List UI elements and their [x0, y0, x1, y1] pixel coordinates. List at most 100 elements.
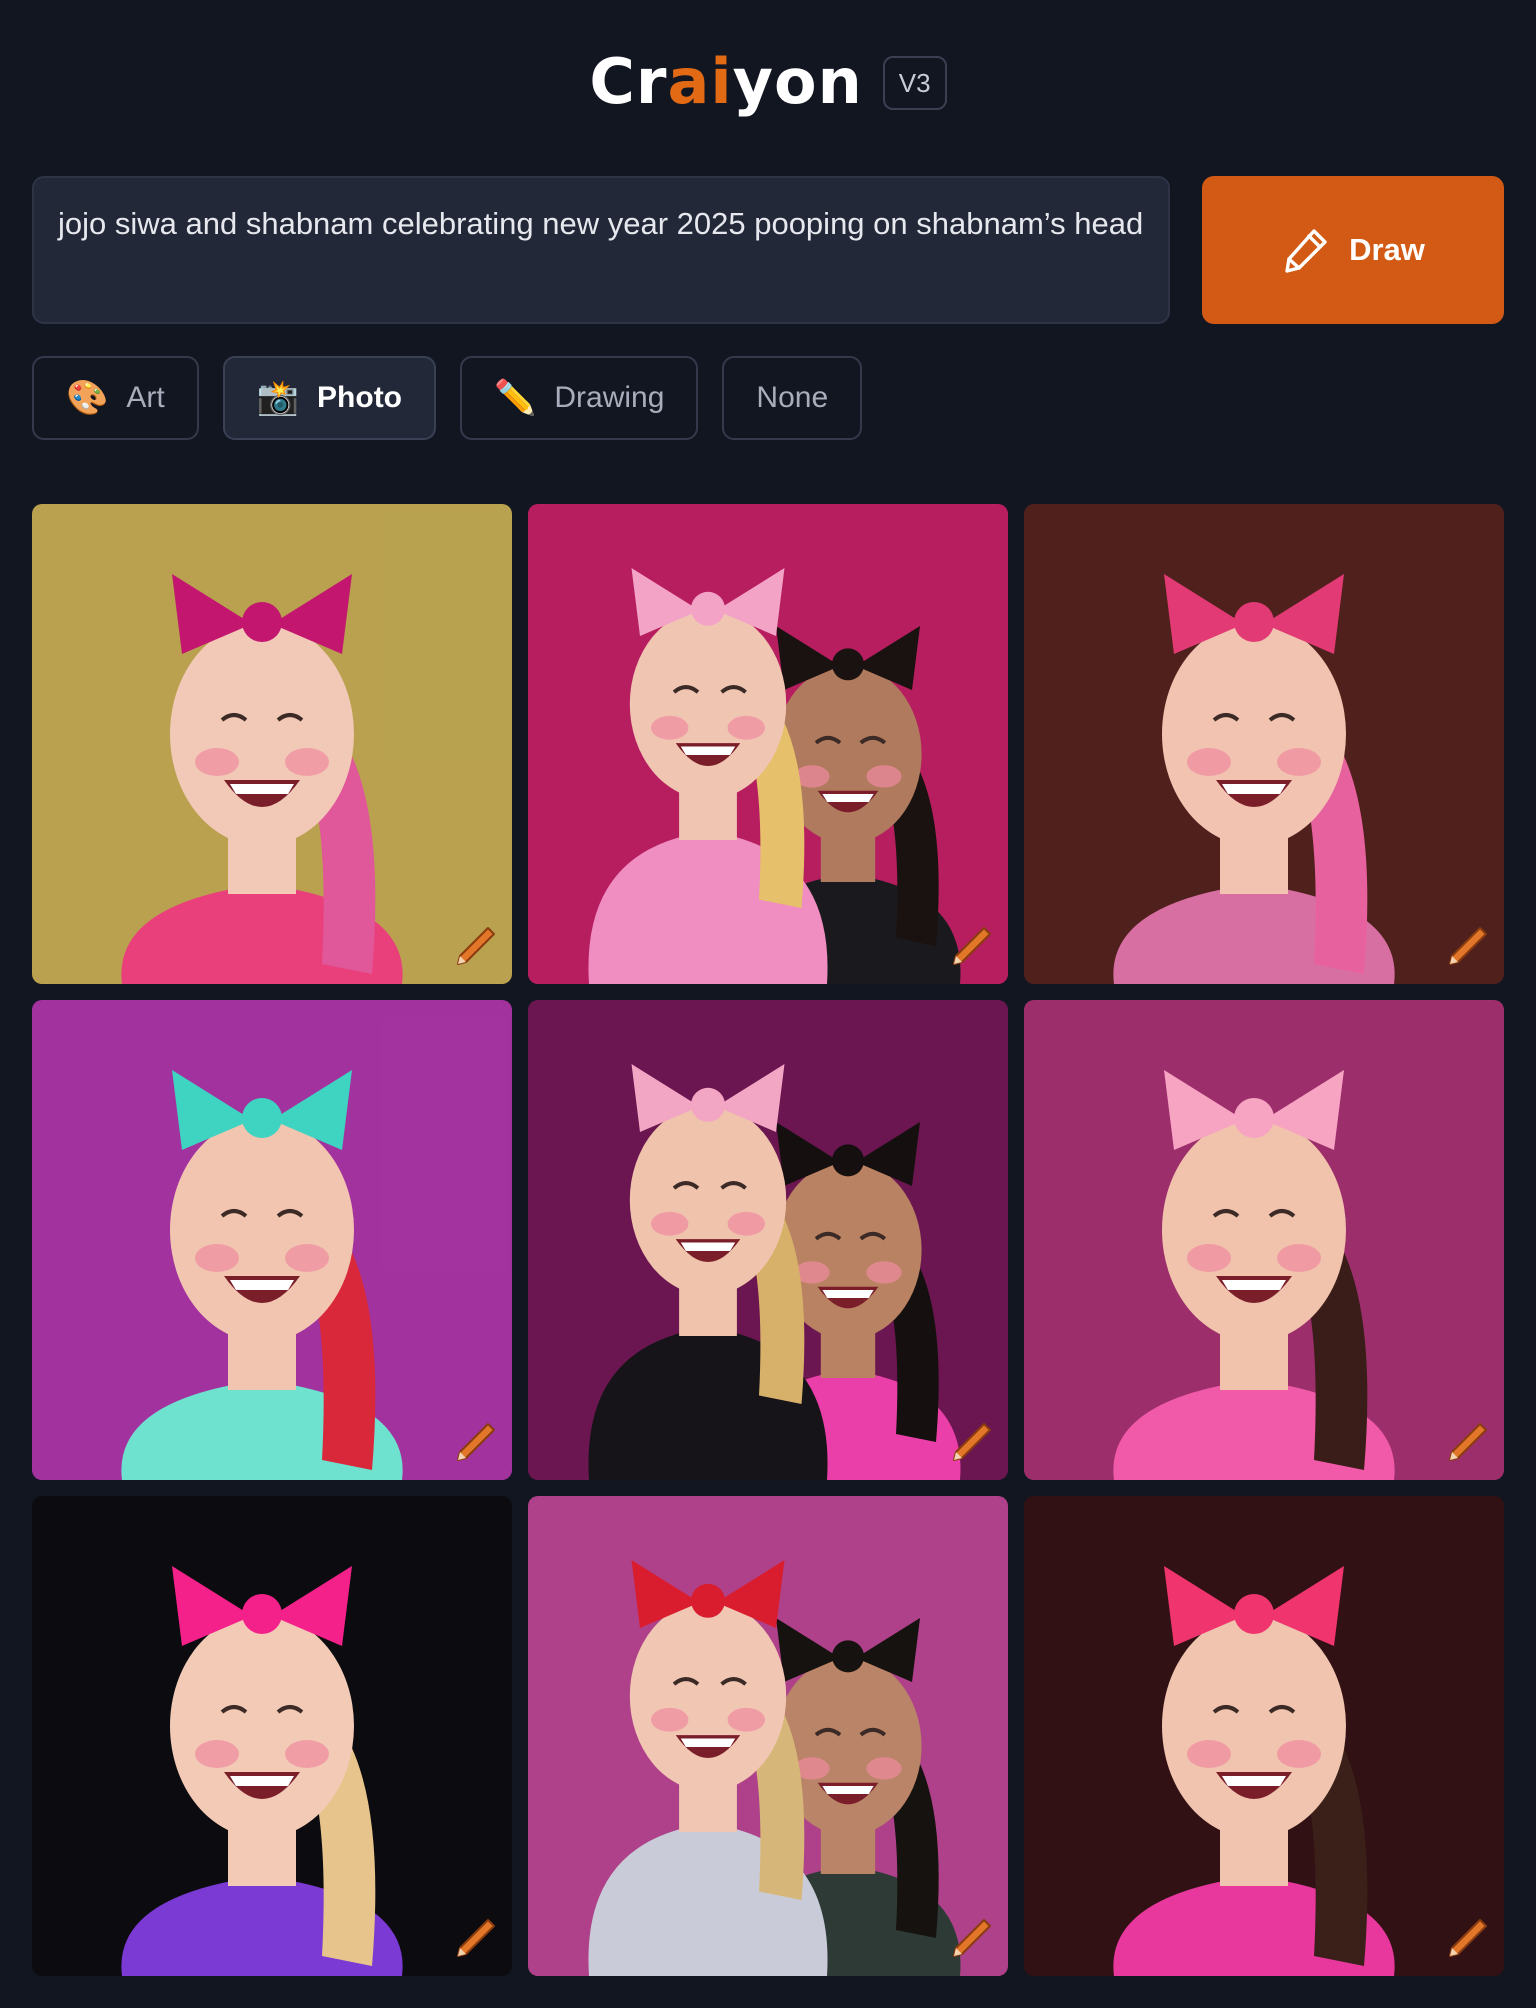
person-figure-part: [1222, 1280, 1286, 1290]
generated-image-tile[interactable]: [528, 504, 1008, 984]
generated-image-tile[interactable]: [32, 1000, 512, 1480]
generated-image-tile[interactable]: [32, 504, 512, 984]
person-figure-part: [1162, 1118, 1346, 1342]
person-figure-part: [285, 1740, 329, 1768]
style-label: None: [756, 381, 829, 414]
person-figure-part: [651, 1211, 689, 1236]
person-figure-part: [691, 1087, 725, 1122]
logo-suffix: yon: [732, 45, 863, 118]
style-photo-button[interactable]: 📸 Photo: [222, 356, 437, 440]
person-figure-part: [822, 794, 874, 802]
person-figure-part: [285, 1244, 329, 1272]
person-figure-part: [1187, 748, 1231, 776]
person-figure-part: [629, 608, 787, 800]
person-figure-part: [629, 1104, 787, 1296]
person-figure-part: [170, 1118, 354, 1342]
style-art-button[interactable]: 🎨 Art: [32, 356, 199, 440]
person-figure-part: [170, 622, 354, 846]
crayon-watermark-icon: [953, 927, 991, 965]
style-none-button[interactable]: None: [722, 356, 863, 440]
crayon-watermark-icon: [1449, 1423, 1487, 1461]
camera-flash-icon: 📸: [256, 379, 300, 417]
person-figure-part: [680, 1242, 736, 1251]
style-label: Drawing: [554, 381, 665, 414]
person-figure-part: [822, 1290, 874, 1298]
generated-image-tile[interactable]: [1024, 1000, 1504, 1480]
header: Craiyon V3: [0, 44, 1536, 120]
person-figure-part: [727, 1211, 765, 1236]
crayon-watermark-icon: [1449, 1919, 1487, 1957]
person-figure-part: [1277, 1740, 1321, 1768]
person-figure-part: [242, 1594, 282, 1634]
person-figure-part: [727, 1707, 765, 1732]
logo-accent: ai: [667, 45, 733, 118]
craiyon-page: Craiyon V3 jojo siwa and shabnam celebra…: [0, 0, 1536, 2008]
crayon-watermark-icon: [457, 927, 495, 965]
style-selector: 🎨 Art 📸 Photo ✏️ Drawing None: [32, 356, 863, 440]
generated-image: [528, 504, 1008, 984]
generated-image-tile[interactable]: [32, 1496, 512, 1976]
person-figure-part: [1277, 748, 1321, 776]
palette-icon: 🎨: [66, 379, 109, 417]
person-figure-part: [866, 1757, 902, 1780]
person-figure-part: [866, 1261, 902, 1284]
person-figure-part: [230, 1776, 294, 1786]
person-figure-part: [680, 1738, 736, 1747]
person-figure-part: [230, 784, 294, 794]
person-figure-part: [691, 1583, 725, 1618]
generated-image: [1024, 504, 1504, 984]
generated-image: [1024, 1496, 1504, 1976]
generated-image: [32, 1000, 512, 1480]
crayon-watermark-icon: [457, 1919, 495, 1957]
generated-image: [528, 1000, 1008, 1480]
person-figure-part: [1234, 602, 1274, 642]
person-figure-part: [1162, 622, 1346, 846]
person-figure-part: [242, 602, 282, 642]
person-figure-part: [285, 748, 329, 776]
person-figure-part: [832, 1640, 864, 1673]
person-figure-part: [680, 746, 736, 755]
style-label: Photo: [317, 381, 403, 414]
draw-button-label: Draw: [1349, 232, 1425, 267]
person-figure-part: [691, 591, 725, 626]
person-figure-part: [170, 1614, 354, 1838]
generated-image: [528, 1496, 1008, 1976]
style-drawing-button[interactable]: ✏️ Drawing: [460, 356, 699, 440]
version-badge: V3: [882, 56, 947, 110]
generated-image-tile[interactable]: [1024, 504, 1504, 984]
person-figure-part: [651, 1707, 689, 1732]
generated-image-tile[interactable]: [528, 1000, 1008, 1480]
crayon-watermark-icon: [953, 1423, 991, 1461]
person-figure-part: [832, 1144, 864, 1177]
person-figure-part: [1162, 1614, 1346, 1838]
person-figure-part: [1187, 1244, 1231, 1272]
person-figure-part: [1277, 1244, 1321, 1272]
person-figure-part: [230, 1280, 294, 1290]
person-figure-part: [1187, 1740, 1231, 1768]
person-figure-part: [195, 748, 239, 776]
draw-button[interactable]: Draw: [1202, 176, 1504, 324]
image-grid: [32, 504, 1504, 1976]
pencil-emoji-icon: ✏️: [494, 379, 537, 417]
person-figure-part: [1234, 1594, 1274, 1634]
person-figure-part: [727, 715, 765, 740]
person-figure-part: [195, 1740, 239, 1768]
person-figure-part: [1222, 784, 1286, 794]
person-figure-part: [1222, 1776, 1286, 1786]
logo-prefix: Cr: [589, 45, 668, 118]
generated-image-tile[interactable]: [1024, 1496, 1504, 1976]
person-figure-part: [1234, 1098, 1274, 1138]
generated-image: [1024, 1000, 1504, 1480]
crayon-watermark-icon: [457, 1423, 495, 1461]
generated-image-tile[interactable]: [528, 1496, 1008, 1976]
person-figure-part: [866, 765, 902, 788]
person-figure-part: [832, 648, 864, 681]
craiyon-logo[interactable]: Craiyon: [589, 51, 862, 113]
person-figure-part: [822, 1786, 874, 1794]
prompt-input[interactable]: jojo siwa and shabnam celebrating new ye…: [32, 176, 1170, 324]
person-figure-part: [651, 715, 689, 740]
person-figure-part: [195, 1244, 239, 1272]
pencil-icon: [1285, 229, 1327, 273]
style-label: Art: [126, 381, 165, 414]
crayon-watermark-icon: [1449, 927, 1487, 965]
